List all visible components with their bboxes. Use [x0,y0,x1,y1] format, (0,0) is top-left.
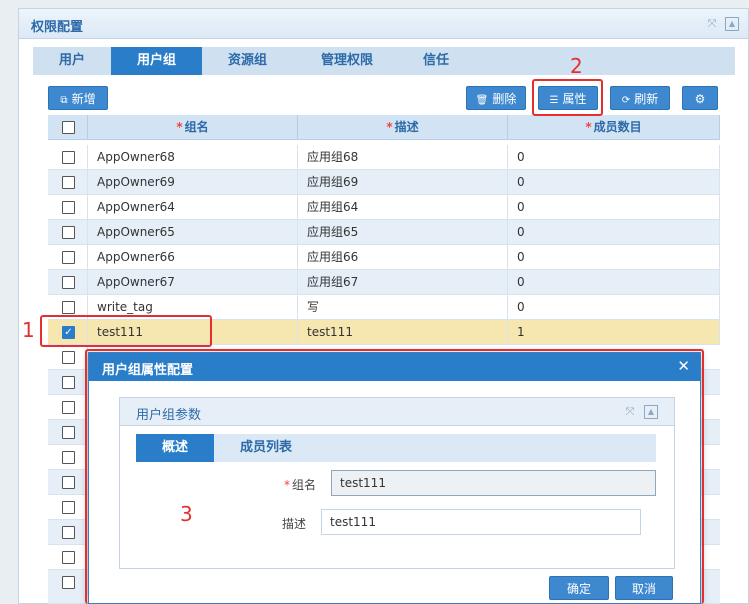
row-checkbox[interactable] [62,176,75,189]
cell-desc: 应用组66 [298,245,508,270]
cell-name: AppOwner68 [88,145,298,170]
cell-desc: 应用组69 [298,170,508,195]
select-all-checkbox[interactable] [62,121,75,134]
cell-name: AppOwner64 [88,195,298,220]
panel-title: 权限配置 [31,20,84,35]
row-checkbox[interactable] [62,351,75,364]
delete-button[interactable]: 🗑 删除 [466,86,526,110]
cell-count: 0 [508,245,720,270]
tab-user-groups[interactable]: 用户组 [111,47,202,75]
cell-desc: test111 [298,320,508,345]
cell-count: 0 [508,170,720,195]
main-tabs: 用户 用户组 资源组 管理权限 信任 [33,47,735,75]
annotation-marker-1: 1 [22,318,35,342]
row-checkbox[interactable] [62,476,75,489]
row-checkbox[interactable] [62,226,75,239]
row-checkbox[interactable] [62,376,75,389]
column-header-count[interactable]: * 成员数目 [508,115,720,140]
annotation-box-properties [532,79,603,116]
table-row[interactable]: AppOwner66 应用组66 0 [48,245,720,270]
trash-icon: 🗑 [475,95,489,106]
add-icon: ⧉ [60,95,68,106]
table-row[interactable]: AppOwner67 应用组67 0 [48,270,720,295]
cell-desc: 应用组68 [298,145,508,170]
cell-count: 0 [508,295,720,320]
row-checkbox[interactable] [62,301,75,314]
cell-name: AppOwner66 [88,245,298,270]
row-checkbox[interactable] [62,501,75,514]
cell-name: AppOwner67 [88,270,298,295]
column-header-desc[interactable]: * 描述 [298,115,508,140]
row-checkbox[interactable] [62,576,75,589]
annotation-box-dialog [85,349,704,604]
collapse-icon[interactable]: ▲ [725,17,739,31]
cell-desc: 应用组64 [298,195,508,220]
column-header-name[interactable]: * 组名 [88,115,298,140]
tab-resource-groups[interactable]: 资源组 [202,47,293,75]
row-checkbox[interactable] [62,551,75,564]
cell-count: 1 [508,320,720,345]
row-checkbox[interactable] [62,151,75,164]
table-row[interactable]: AppOwner65 应用组65 0 [48,220,720,245]
select-all-cell [48,115,88,140]
cell-name: AppOwner69 [88,170,298,195]
refresh-button[interactable]: ⟳ 刷新 [610,86,670,110]
cell-desc: 写 [298,295,508,320]
cell-desc: 应用组65 [298,220,508,245]
annotation-box-selected-row [40,315,212,347]
cell-count: 0 [508,145,720,170]
settings-button[interactable]: ⚙ [682,86,718,110]
row-checkbox[interactable] [62,201,75,214]
cell-desc: 应用组67 [298,270,508,295]
row-checkbox[interactable] [62,526,75,539]
fullscreen-icon[interactable]: ⤧ [705,17,719,31]
row-checkbox[interactable] [62,276,75,289]
row-checkbox[interactable] [62,251,75,264]
add-button[interactable]: ⧉ 新增 [48,86,108,110]
panel-header: 权限配置 ⤧ ▲ [19,9,748,39]
row-checkbox[interactable] [62,451,75,464]
gear-icon: ⚙ [694,92,706,106]
row-checkbox[interactable] [62,401,75,414]
refresh-icon: ⟳ [621,95,631,106]
cell-count: 0 [508,270,720,295]
cell-count: 0 [508,195,720,220]
cell-name: AppOwner65 [88,220,298,245]
grid-header-row: * 组名 * 描述 * 成员数目 [48,115,720,140]
annotation-marker-2: 2 [570,54,583,78]
tab-trust[interactable]: 信任 [401,47,471,75]
tab-admin-permissions[interactable]: 管理权限 [293,47,401,75]
tab-users[interactable]: 用户 [33,47,111,75]
table-row[interactable]: AppOwner64 应用组64 0 [48,195,720,220]
cell-count: 0 [508,220,720,245]
table-row[interactable]: AppOwner68 应用组68 0 [48,145,720,170]
row-checkbox[interactable] [62,426,75,439]
table-row[interactable]: AppOwner69 应用组69 0 [48,170,720,195]
